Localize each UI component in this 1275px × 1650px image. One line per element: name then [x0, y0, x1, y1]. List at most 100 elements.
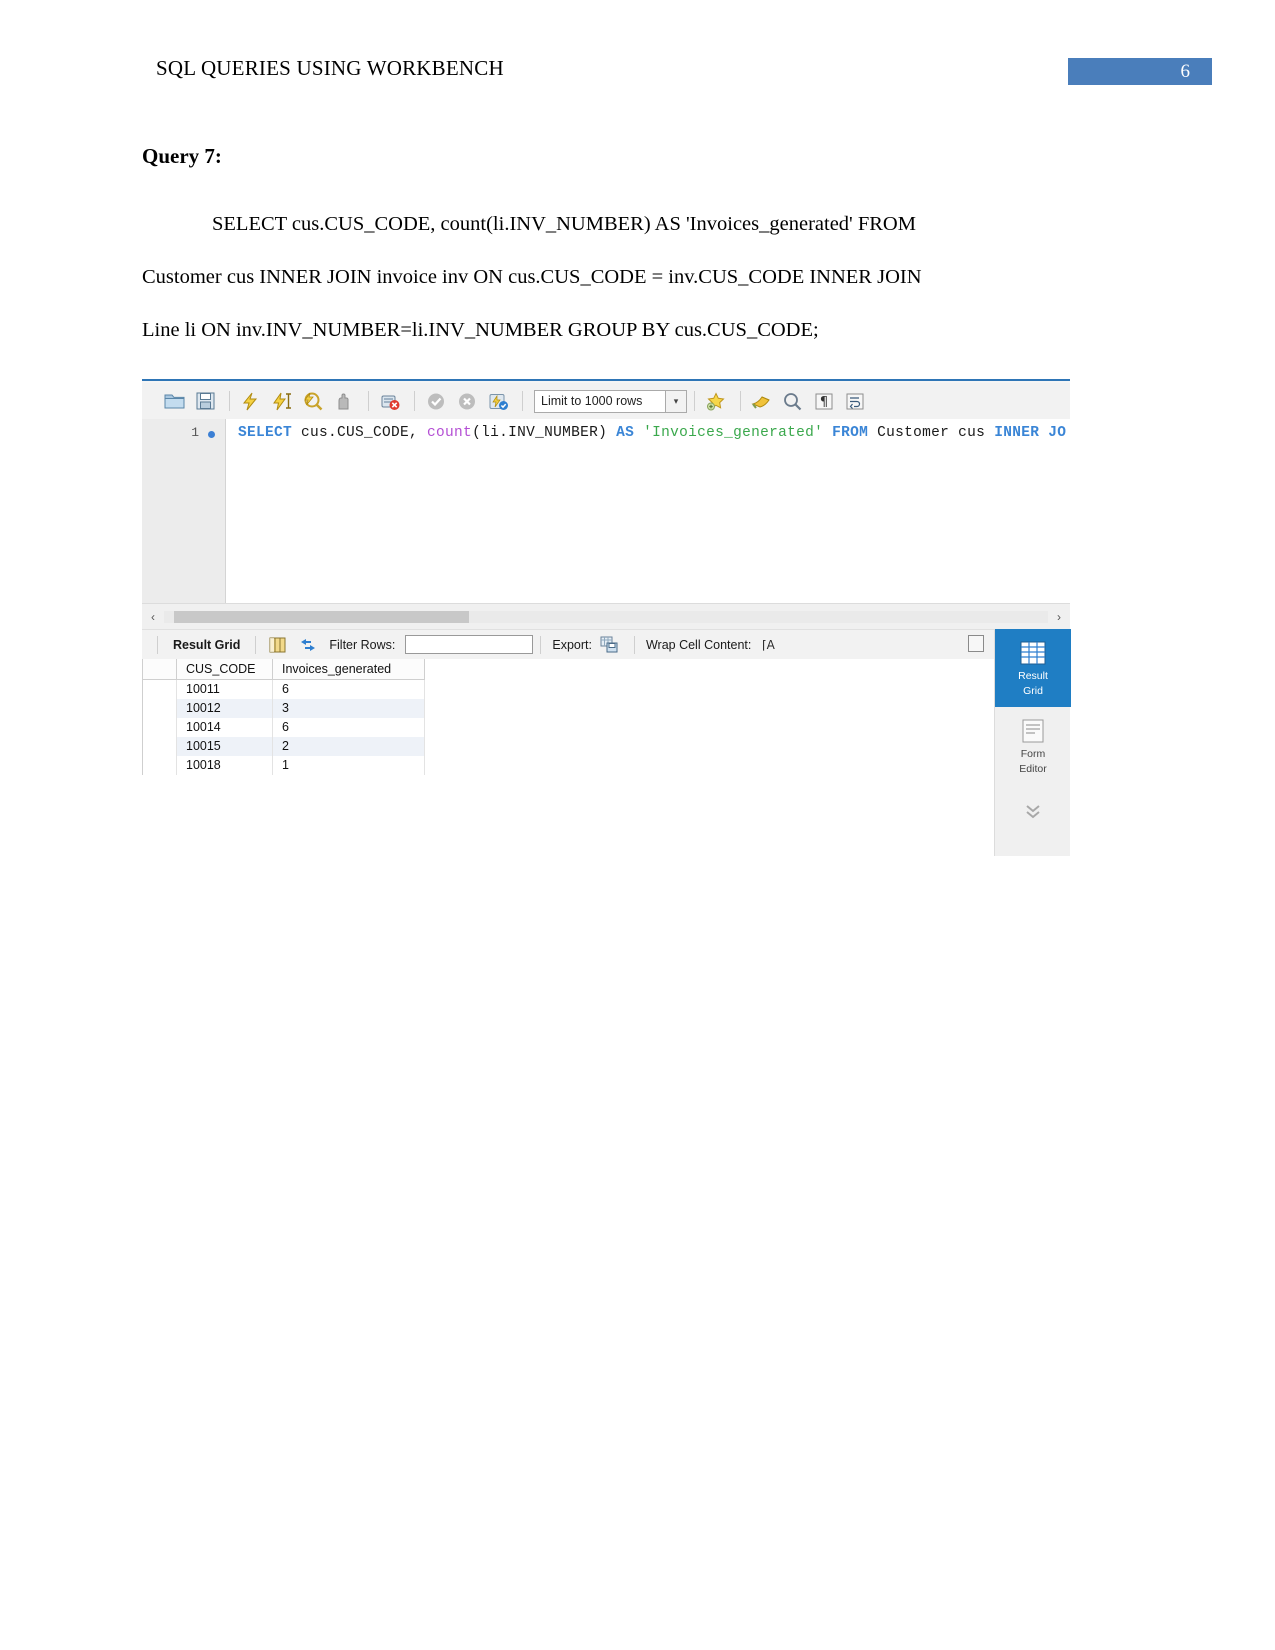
cell-invoices-generated[interactable]: 2 [272, 736, 425, 756]
cell-cus-code[interactable]: 10015 [176, 736, 273, 756]
execute-current-statement-icon[interactable] [268, 388, 296, 414]
query-heading: Query 7: [142, 144, 222, 168]
scrollbar-thumb[interactable] [174, 610, 469, 623]
header-title: SQL QUERIES USING WORKBENCH [156, 56, 504, 80]
explain-query-icon[interactable] [299, 388, 327, 414]
cell-cus-code[interactable]: 10012 [176, 698, 273, 718]
search-icon[interactable] [779, 388, 807, 414]
sql-query-paragraph: SELECT cus.CUS_CODE, count(li.INV_NUMBER… [142, 198, 1070, 357]
toolbar-separator [255, 635, 257, 654]
sql-token: FROM [832, 425, 869, 441]
side-panel-label-line2: Editor [1019, 763, 1047, 775]
result-grid-label: Result Grid [173, 637, 241, 652]
toggle-invisible-chars-icon[interactable]: ¶ [810, 388, 838, 414]
sql-token: AS [616, 425, 635, 441]
execute-icon[interactable] [237, 388, 265, 414]
cell-invoices-generated[interactable]: 6 [272, 679, 425, 699]
sql-line: Line li ON inv.INV_NUMBER=li.INV_NUMBER … [142, 319, 819, 341]
side-panel-label-line1: Result [1018, 670, 1048, 682]
table-row[interactable]: 10014 6 [142, 717, 425, 737]
toolbar-separator [414, 391, 415, 411]
export-icon[interactable] [596, 632, 624, 658]
sql-line: Customer cus INNER JOIN invoice inv ON c… [142, 266, 922, 288]
result-grid[interactable]: CUS_CODE Invoices_generated 10011 6 1001… [142, 659, 994, 856]
cell-invoices-generated[interactable]: 3 [272, 698, 425, 718]
sql-token: INNER [994, 425, 1040, 441]
cell-invoices-generated[interactable]: 6 [272, 717, 425, 737]
toggle-stop-icon[interactable] [376, 388, 404, 414]
toolbar-separator [740, 391, 741, 411]
statement-marker-icon [208, 431, 215, 438]
scroll-right-icon[interactable]: › [1048, 610, 1070, 624]
row-selector-header [142, 659, 177, 680]
sql-token: 'Invoices_generated' [634, 425, 833, 441]
svg-text:¶: ¶ [820, 395, 828, 410]
column-header-cus-code[interactable]: CUS_CODE [176, 659, 273, 680]
autocommit-icon[interactable] [484, 388, 512, 414]
open-folder-icon[interactable] [160, 388, 188, 414]
find-icon[interactable] [748, 388, 776, 414]
sql-token: cus.CUS_CODE, [292, 425, 428, 441]
toolbar-separator [694, 391, 695, 411]
cell-cus-code[interactable]: 10014 [176, 717, 273, 737]
expand-panel-chevron-icon[interactable] [995, 785, 1070, 837]
result-grid-icon [1018, 639, 1048, 667]
row-selector[interactable] [142, 679, 177, 699]
table-header-row: CUS_CODE Invoices_generated [142, 659, 425, 680]
table-row[interactable]: 10011 6 [142, 679, 425, 699]
side-panel-label-line1: Form [1020, 748, 1046, 760]
table-row[interactable]: 10015 2 [142, 736, 425, 756]
row-selector[interactable] [142, 717, 177, 737]
filter-rows-input[interactable] [405, 635, 534, 654]
grid-view-icon[interactable] [263, 632, 291, 658]
wrap-text-icon[interactable]: ⌈A [755, 632, 783, 658]
row-selector[interactable] [142, 698, 177, 718]
toolbar-separator [157, 635, 158, 654]
sql-editor[interactable]: 1 SELECT cus.CUS_CODE, count(li.INV_NUMB… [142, 419, 1070, 603]
sql-token: Customer cus [868, 425, 995, 441]
cell-invoices-generated[interactable]: 1 [272, 755, 425, 775]
save-icon[interactable] [191, 388, 219, 414]
chevron-down-icon[interactable]: ▾ [666, 389, 687, 413]
sql-token: SELECT [238, 425, 293, 441]
side-panel-item-form-editor[interactable]: Form Editor [995, 707, 1071, 785]
scrollbar-track[interactable] [164, 610, 1048, 623]
wrap-cell-content-label: Wrap Cell Content: [645, 637, 752, 652]
toolbar-separator [229, 391, 230, 411]
sql-code-line[interactable]: SELECT cus.CUS_CODE, count(li.INV_NUMBER… [238, 425, 1066, 441]
table-row[interactable]: 10018 1 [142, 755, 425, 775]
editor-toolbar: Limit to 1000 rows ▾ ¶ [142, 383, 1070, 419]
results-toolbar: Result Grid Filter Rows: Export: Wrap Ce… [142, 629, 1070, 659]
form-editor-icon [1018, 717, 1048, 745]
refresh-icon[interactable] [294, 632, 322, 658]
beautify-sql-icon[interactable] [702, 388, 730, 414]
sql-token: count [427, 425, 473, 441]
document-header: SQL QUERIES USING WORKBENCH 6 [0, 0, 1275, 110]
table-row[interactable]: 10012 3 [142, 698, 425, 718]
toolbar-separator [522, 391, 523, 411]
rollback-icon[interactable] [453, 388, 481, 414]
maximize-panel-icon[interactable] [968, 635, 984, 652]
row-selector[interactable] [142, 736, 177, 756]
scroll-left-icon[interactable]: ‹ [142, 610, 164, 624]
side-panel-item-result-grid[interactable]: Result Grid [995, 629, 1071, 707]
cell-cus-code[interactable]: 10018 [176, 755, 273, 775]
export-label: Export: [552, 637, 592, 652]
sql-token: (li.INV_NUMBER) [472, 425, 617, 441]
filter-rows-label: Filter Rows: [329, 637, 396, 652]
limit-rows-select[interactable]: Limit to 1000 rows [534, 389, 666, 413]
sql-token: JO [1048, 425, 1067, 441]
wrap-lines-icon[interactable] [841, 388, 869, 414]
row-selector[interactable] [142, 755, 177, 775]
side-panel-label-line2: Grid [1023, 685, 1043, 697]
commit-icon[interactable] [422, 388, 450, 414]
stop-on-error-icon[interactable] [330, 388, 358, 414]
editor-horizontal-scrollbar[interactable]: ‹ › [142, 603, 1070, 629]
column-header-invoices-generated[interactable]: Invoices_generated [272, 659, 425, 680]
toolbar-separator [540, 635, 542, 654]
line-number: 1 [191, 425, 199, 440]
cell-cus-code[interactable]: 10011 [176, 679, 273, 699]
editor-gutter: 1 [142, 419, 226, 603]
result-table: CUS_CODE Invoices_generated 10011 6 1001… [142, 659, 425, 775]
